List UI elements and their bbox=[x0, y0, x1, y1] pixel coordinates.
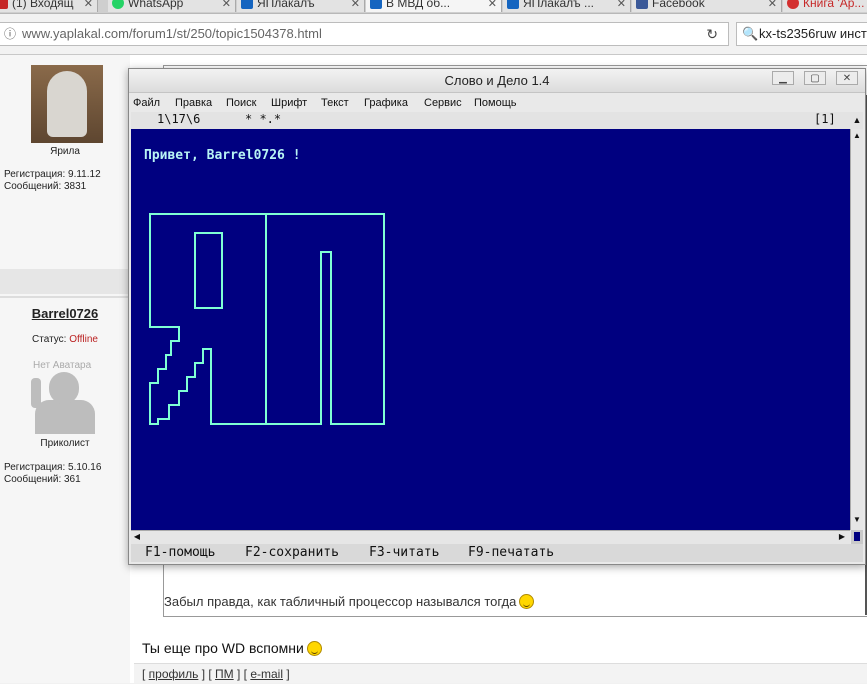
user-name-link[interactable]: Barrel0726 bbox=[0, 306, 130, 321]
divider bbox=[0, 269, 130, 294]
grin-smiley-icon bbox=[306, 641, 322, 656]
page-indicator: [1] bbox=[814, 112, 836, 126]
close-button[interactable]: ✕ bbox=[836, 71, 858, 85]
menu-service[interactable]: Сервис bbox=[424, 97, 462, 109]
tab-book[interactable]: Книга 'Ар... bbox=[783, 0, 867, 12]
menu-search[interactable]: Поиск bbox=[226, 97, 256, 109]
url-text: www.yaplakal.com/forum1/st/250/topic1504… bbox=[22, 26, 322, 41]
scroll-right-icon[interactable]: ▶ bbox=[836, 531, 848, 543]
scroll-up-icon[interactable]: ▲ bbox=[851, 112, 863, 129]
yandex-icon bbox=[787, 0, 799, 9]
scroll-up-icon[interactable]: ▲ bbox=[851, 131, 863, 143]
close-icon[interactable]: ✕ bbox=[84, 0, 93, 10]
mail-icon bbox=[0, 0, 8, 9]
browser-tab-strip: (1) Входящ ✕ WhatsApp ✕ ЯПлакалъ ✕ В МВД об… bbox=[0, 0, 867, 14]
window-titlebar[interactable]: Слово и Дело 1.4 ▁ ▢ ✕ bbox=[129, 69, 865, 93]
info-icon[interactable]: ⓘ bbox=[4, 23, 16, 45]
minimize-button[interactable]: ▁ bbox=[772, 71, 794, 85]
menu-file[interactable]: Файл bbox=[133, 97, 160, 109]
yaplakal-icon bbox=[370, 0, 382, 9]
scroll-left-icon[interactable]: ◀ bbox=[131, 531, 143, 543]
registration-date: Регистрация: 5.10.16 bbox=[4, 462, 102, 473]
search-value: kx-ts2356ruw инструк bbox=[759, 26, 867, 41]
profile-link[interactable]: профиль bbox=[149, 667, 199, 681]
registration-date: Регистрация: 9.11.12 bbox=[4, 169, 101, 180]
menu-bar: Файл Правка Поиск Шрифт Текст Графика Се… bbox=[129, 94, 865, 111]
pm-link[interactable]: ПМ bbox=[215, 667, 234, 681]
menu-help[interactable]: Помощь bbox=[474, 97, 517, 109]
close-icon[interactable]: ✕ bbox=[768, 0, 777, 10]
search-input[interactable]: 🔍 kx-ts2356ruw инструк bbox=[736, 22, 867, 46]
message-count: Сообщений: 3831 bbox=[4, 181, 87, 192]
resize-handle-icon[interactable] bbox=[854, 532, 860, 541]
tab-facebook[interactable]: Facebook ✕ bbox=[632, 0, 782, 12]
horizontal-scrollbar[interactable]: ◀ ▶ bbox=[131, 530, 850, 544]
close-icon[interactable]: ✕ bbox=[351, 0, 360, 10]
user-name: Ярила bbox=[50, 146, 80, 157]
browser-navbar: ⓘ www.yaplakal.com/forum1/st/250/topic15… bbox=[0, 14, 867, 55]
f2-save-button[interactable]: F2-сохранить bbox=[245, 544, 339, 562]
search-icon: 🔍 bbox=[742, 26, 759, 41]
avatar bbox=[31, 65, 103, 143]
avatar-head bbox=[49, 372, 79, 404]
divider bbox=[0, 296, 130, 298]
yaplakal-icon bbox=[241, 0, 253, 9]
message-count: Сообщений: 361 bbox=[4, 474, 81, 485]
whatsapp-icon bbox=[112, 0, 124, 9]
avatar-body bbox=[35, 400, 95, 434]
menu-graphics[interactable]: Графика bbox=[364, 97, 408, 109]
tab-yaplakal-1[interactable]: ЯПлакалъ ✕ bbox=[237, 0, 365, 12]
menu-edit[interactable]: Правка bbox=[175, 97, 212, 109]
menu-text[interactable]: Текст bbox=[321, 97, 349, 109]
user-status: Статус: Offline bbox=[32, 334, 98, 345]
close-icon[interactable]: ✕ bbox=[222, 0, 231, 10]
email-link[interactable]: e-mail bbox=[250, 667, 283, 681]
tab-inbox[interactable]: (1) Входящ ✕ bbox=[0, 0, 98, 12]
f1-help-button[interactable]: F1-помощь bbox=[145, 544, 215, 562]
window-corner bbox=[851, 530, 863, 544]
close-icon[interactable]: ✕ bbox=[488, 0, 497, 10]
yaplakal-logo-drawing bbox=[149, 213, 385, 425]
f9-print-button[interactable]: F9-печатать bbox=[468, 544, 554, 562]
close-icon[interactable]: ✕ bbox=[617, 0, 626, 10]
statue-figure bbox=[47, 71, 87, 137]
scroll-down-icon[interactable]: ▼ bbox=[851, 515, 863, 527]
function-key-bar: F1-помощь F2-сохранить F3-читать F9-печа… bbox=[131, 544, 863, 562]
f3-read-button[interactable]: F3-читать bbox=[369, 544, 439, 562]
cursor-position: 1\17\6 bbox=[157, 112, 201, 126]
avatar: Нет Аватара bbox=[27, 356, 103, 434]
tab-mvd[interactable]: В МВД об... ✕ bbox=[366, 0, 502, 12]
no-avatar-label: Нет Аватара bbox=[33, 360, 92, 371]
editor-status-line: 1\17\6 * *.* [1] bbox=[131, 112, 863, 129]
yaplakal-icon bbox=[507, 0, 519, 9]
vertical-scrollbar[interactable]: ▲ ▼ bbox=[850, 129, 863, 530]
window-title: Слово и Дело 1.4 bbox=[444, 73, 550, 88]
author-column: Ярила Регистрация: 9.11.12 Сообщений: 38… bbox=[0, 55, 130, 683]
tab-yaplakal-2[interactable]: ЯПлакалъ ... ✕ bbox=[503, 0, 631, 12]
app-window: Слово и Дело 1.4 ▁ ▢ ✕ Файл Правка Поиск… bbox=[128, 68, 866, 565]
facebook-icon bbox=[636, 0, 648, 9]
tab-whatsapp[interactable]: WhatsApp ✕ bbox=[108, 0, 236, 12]
reload-icon[interactable]: ↻ bbox=[706, 23, 718, 45]
user-rank: Приколист bbox=[40, 438, 90, 449]
menu-font[interactable]: Шрифт bbox=[271, 97, 307, 109]
url-bar[interactable]: ⓘ www.yaplakal.com/forum1/st/250/topic15… bbox=[0, 22, 729, 46]
smiley-icon bbox=[519, 594, 535, 609]
file-mask: * *.* bbox=[245, 112, 282, 126]
post-text: Ты еще про WD вспомни bbox=[142, 640, 322, 656]
post-footer-links: [ профиль ] [ ПМ ] [ e-mail ] bbox=[134, 663, 867, 683]
dos-screen[interactable]: Привет, Barrel0726 ! bbox=[131, 129, 850, 530]
quote-text: Забыл правда, как табличный процессор на… bbox=[164, 594, 535, 609]
maximize-button[interactable]: ▢ bbox=[804, 71, 826, 85]
